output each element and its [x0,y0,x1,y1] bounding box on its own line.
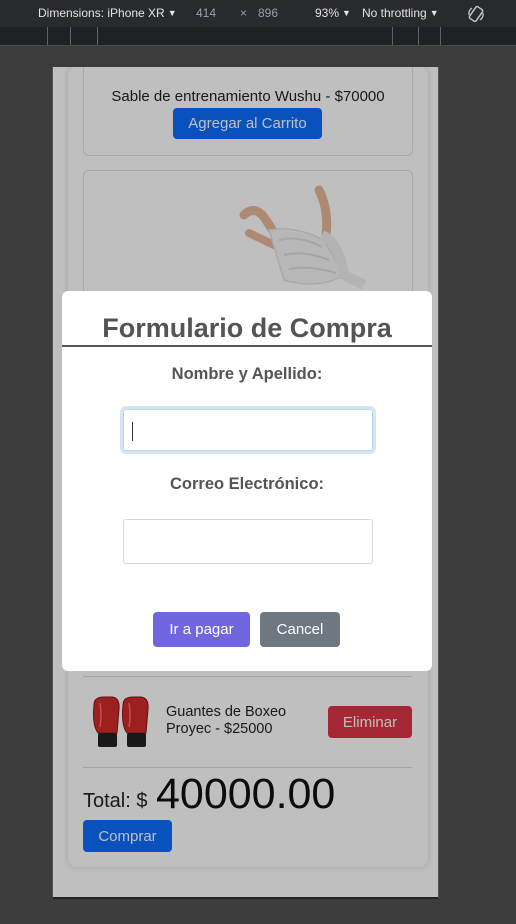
zoom-dropdown[interactable]: 93% ▼ [315,6,351,20]
chevron-down-icon: ▼ [342,8,351,18]
email-input[interactable] [123,519,373,564]
zoom-label: 93% [315,6,340,20]
chevron-down-icon: ▼ [429,8,439,18]
pay-button[interactable]: Ir a pagar [153,612,250,647]
height-field[interactable]: 896 [258,6,278,20]
devtools-ruler [0,27,516,46]
device-label: Dimensions: iPhone XR [38,6,165,20]
modal-title-underline [62,345,432,347]
ruler-tick [392,27,393,45]
cancel-button[interactable]: Cancel [260,612,340,647]
modal-title: Formulario de Compra [102,313,392,343]
ruler-tick [70,27,71,45]
text-cursor [132,422,133,441]
times-sign: × [240,6,248,20]
chevron-down-icon: ▼ [167,8,177,18]
ruler-tick [47,27,48,45]
device-dropdown[interactable]: Dimensions: iPhone XR ▼ [38,6,177,20]
ruler-tick [440,27,441,45]
throttling-label: No throttling [362,6,427,20]
width-field[interactable]: 414 [196,6,216,20]
name-label: Nombre y Apellido: [171,365,323,383]
ruler-tick [97,27,98,45]
ruler-tick [418,27,419,45]
purchase-modal: Formulario de Compra Nombre y Apellido: … [62,291,432,671]
email-label: Correo Electrónico: [169,475,325,493]
throttling-dropdown[interactable]: No throttling ▼ [362,6,439,20]
devtools-toolbar: Dimensions: iPhone XR ▼ 414 × 896 93% ▼ No… [0,0,516,27]
rotate-icon[interactable] [466,4,486,24]
name-input[interactable] [123,409,373,451]
